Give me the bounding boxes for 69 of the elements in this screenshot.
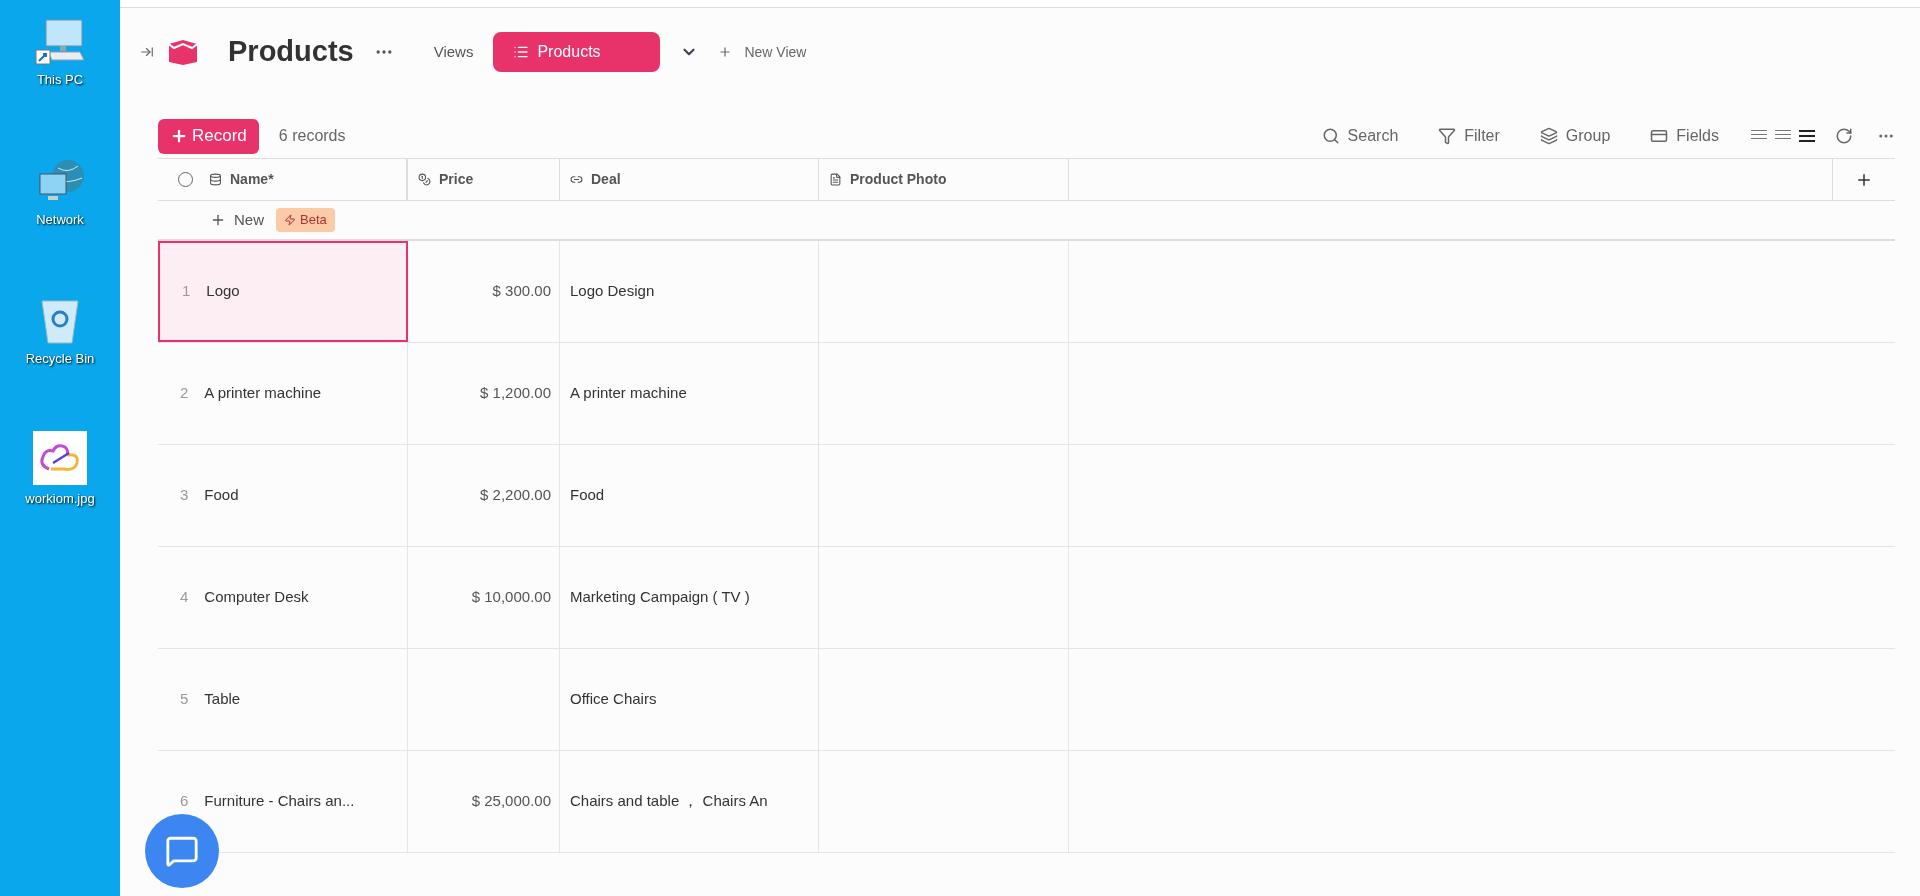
chat-icon (165, 834, 199, 868)
record-name: Furniture - Chairs an... (204, 791, 355, 812)
row-number: 6 (180, 791, 189, 812)
view-tab[interactable]: Products (493, 32, 661, 72)
box-icon (166, 38, 200, 66)
column-label: Deal (591, 170, 621, 189)
plus-icon (210, 212, 226, 228)
text-field-icon (209, 173, 222, 186)
recycle-bin-icon (38, 297, 82, 345)
column-header[interactable]: Name* (158, 159, 408, 200)
table-cell: Marketing Campaign ( TV ) (560, 547, 819, 648)
table-cell[interactable]: 3 Food (158, 445, 408, 546)
plus-icon (718, 45, 733, 59)
table-cell[interactable]: 1 Logo (158, 241, 408, 342)
new-row-button[interactable]: New (210, 208, 264, 232)
table-cell: $ 2,200.00 (408, 445, 560, 546)
row-number: 5 (180, 689, 189, 710)
coins-icon (418, 173, 431, 186)
toolbar-button[interactable]: Search (1321, 124, 1399, 148)
record-name: Computer Desk (204, 587, 309, 608)
table-cell: Food (560, 445, 819, 546)
column-header[interactable]: Price (408, 159, 560, 200)
table-cell: A printer machine (560, 343, 819, 444)
toolbar-button[interactable]: Group (1539, 124, 1611, 148)
link-icon (570, 173, 583, 186)
record-name: Logo (206, 281, 240, 302)
table-cell: $ 25,000.00 (408, 751, 560, 852)
expand-icon[interactable] (140, 45, 154, 59)
document-icon (829, 173, 842, 186)
row-number: 1 (182, 281, 191, 302)
record-count: 6 records (278, 126, 346, 146)
column-label: Product Photo (850, 170, 947, 189)
filter-icon (1438, 127, 1457, 145)
computer-icon (34, 18, 86, 66)
fields-icon (1650, 127, 1669, 145)
table-cell: Logo Design (560, 241, 819, 342)
column-header[interactable]: Product Photo (819, 159, 1069, 200)
toolbar-button[interactable]: Fields (1650, 124, 1719, 148)
table-cell: $ 1,200.00 (408, 343, 560, 444)
row-density-icon[interactable] (1799, 130, 1815, 142)
record-name: Table (204, 689, 241, 710)
row-number: 4 (180, 587, 189, 608)
table-cell[interactable]: 2 A printer machine (158, 343, 408, 444)
row-number: 3 (180, 485, 189, 506)
row-number: 2 (180, 383, 189, 404)
cloud-logo-icon (39, 442, 81, 473)
table-cell: $ 300.00 (408, 241, 560, 342)
plus-icon (170, 127, 188, 145)
table-cell: Chairs and table ， Chairs An (560, 751, 819, 852)
table-cell[interactable]: 4 Computer Desk (158, 547, 408, 648)
page-title: Products (228, 34, 354, 70)
column-label: Name* (230, 170, 274, 189)
record-name: A printer machine (204, 383, 322, 404)
table-cell[interactable]: 5 Table (158, 649, 408, 750)
new-view-button[interactable]: New View (718, 41, 807, 63)
add-record-button[interactable]: Record (158, 118, 259, 154)
toolbar-button[interactable]: Filter (1438, 124, 1500, 148)
table-cell: $ 10,000.00 (408, 547, 560, 648)
column-label: Price (439, 170, 474, 189)
lightning-icon (284, 214, 296, 226)
beta-badge: Beta (276, 208, 335, 232)
column-header[interactable]: Deal (560, 159, 819, 200)
views-label: Views (433, 41, 474, 62)
refresh-icon[interactable] (1835, 127, 1853, 145)
layers-icon (1539, 127, 1558, 145)
search-icon (1321, 127, 1340, 145)
record-name: Food (204, 485, 239, 506)
list-icon (513, 44, 530, 60)
table-cell: Office Chairs (560, 649, 819, 750)
